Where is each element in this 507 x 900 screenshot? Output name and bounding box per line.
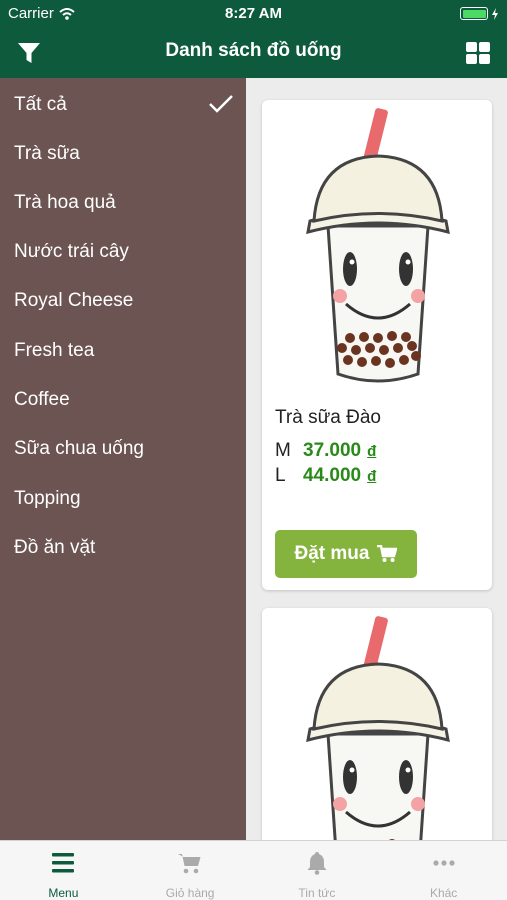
status-time: 8:27 AM	[225, 5, 282, 22]
page-title: Danh sách đồ uống	[165, 40, 342, 61]
category-label: Coffee	[14, 388, 70, 410]
bell-icon	[307, 852, 327, 875]
category-label: Đồ ăn vặt	[14, 536, 96, 558]
category-label: Topping	[14, 487, 81, 509]
grid-icon[interactable]	[465, 41, 491, 65]
category-item-all[interactable]: Tất cả	[0, 80, 246, 129]
category-label: Nước trái cây	[14, 240, 129, 262]
price-amount: 37.000	[303, 440, 362, 461]
bubble-tea-cup-icon	[288, 614, 468, 840]
tab-menu[interactable]: Menu	[0, 841, 127, 900]
category-item-topping[interactable]: Topping	[0, 474, 246, 523]
cart-icon	[377, 545, 398, 562]
category-item-coffee[interactable]: Coffee	[0, 375, 246, 424]
currency-symbol: đ	[367, 468, 377, 485]
price-row-m: M 37.000 đ	[275, 440, 376, 462]
category-item-royal-cheese[interactable]: Royal Cheese	[0, 276, 246, 325]
menu-icon	[52, 853, 75, 873]
category-item-milk-tea[interactable]: Trà sữa	[0, 129, 246, 178]
checkmark-icon	[209, 95, 233, 113]
category-label: Tất cả	[14, 93, 67, 115]
more-icon	[433, 860, 455, 866]
tab-cart[interactable]: Giỏ hàng	[127, 841, 254, 900]
size-label: M	[275, 440, 291, 461]
tab-label: Menu	[48, 886, 79, 900]
tab-label: Tin tức	[298, 886, 336, 900]
category-item-fruit-tea[interactable]: Trà hoa quả	[0, 178, 246, 227]
currency-symbol: đ	[367, 443, 377, 460]
tab-bar: Menu Giỏ hàng Tin tức Khác	[0, 840, 507, 900]
category-label: Fresh tea	[14, 339, 95, 361]
nav-bar: Danh sách đồ uống	[0, 28, 507, 78]
tab-news[interactable]: Tin tức	[254, 841, 381, 900]
product-card[interactable]	[262, 608, 492, 840]
battery-icon	[460, 7, 499, 20]
size-label: L	[275, 465, 286, 486]
category-sidebar: Tất cả Trà sữa Trà hoa quả Nước trái cây…	[0, 78, 246, 840]
category-item-fresh-tea[interactable]: Fresh tea	[0, 326, 246, 375]
status-bar: Carrier 8:27 AM	[0, 0, 507, 28]
price-row-l: L 44.000 đ	[275, 465, 376, 487]
bubble-tea-cup-icon	[288, 106, 468, 390]
category-label: Trà hoa quả	[14, 191, 116, 213]
tab-label: Giỏ hàng	[165, 886, 215, 900]
category-label: Trà sữa	[14, 142, 80, 164]
category-label: Sữa chua uống	[14, 437, 144, 459]
product-name: Trà sữa Đào	[275, 407, 381, 428]
product-card[interactable]: Trà sữa Đào M 37.000 đ L 44.000 đ Đặt mu…	[262, 100, 492, 590]
cart-icon	[178, 854, 201, 874]
category-label: Royal Cheese	[14, 289, 134, 311]
category-item-yogurt[interactable]: Sữa chua uống	[0, 424, 246, 473]
order-button[interactable]: Đặt mua	[275, 530, 417, 578]
product-list[interactable]: Trà sữa Đào M 37.000 đ L 44.000 đ Đặt mu…	[246, 78, 507, 840]
tab-label: Khác	[429, 886, 458, 900]
order-button-label: Đặt mua	[294, 543, 370, 564]
price-amount: 44.000	[303, 465, 362, 486]
category-item-fruit-juice[interactable]: Nước trái cây	[0, 227, 246, 276]
category-item-snacks[interactable]: Đồ ăn vặt	[0, 523, 246, 572]
tab-more[interactable]: Khác	[380, 841, 507, 900]
